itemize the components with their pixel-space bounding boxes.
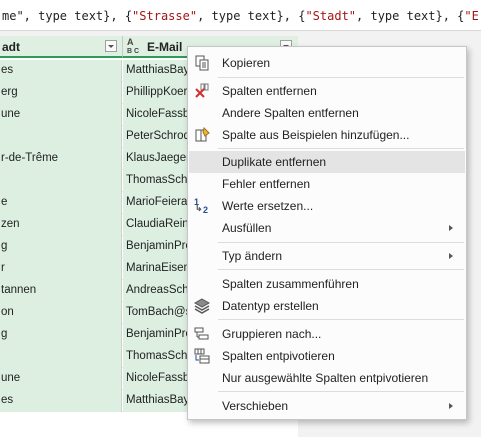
menu-separator [218,269,464,270]
replace-values-icon: 1 ↳ 2 [194,197,209,215]
cell-stadt[interactable]: es [0,390,122,412]
menu-item-spalte-aus-beispielen[interactable]: Spalte aus Beispielen hinzufügen... [189,124,465,146]
text-type-icon[interactable]: A B C [127,38,139,56]
cell-stadt[interactable]: g [0,236,122,258]
menu-separator [218,242,464,243]
unpivot-columns-icon [194,348,210,364]
remove-columns-icon [195,83,209,98]
formula-string-literal: "E-Mail" [464,9,481,23]
menu-separator [218,319,464,320]
menu-separator [218,391,464,392]
column-from-examples-icon [195,127,210,142]
cell-stadt[interactable]: tannen [0,280,122,302]
menu-item-werte-ersetzen[interactable]: 1 ↳ 2 Werte ersetzen... [189,195,465,217]
column-header-label: adt [2,40,20,54]
cell-stadt[interactable]: r [0,258,122,280]
menu-item-kopieren[interactable]: Kopieren [189,52,465,74]
formula-string-literal: "Stadt" [305,9,357,23]
cell-stadt[interactable]: e [0,192,122,214]
cell-stadt[interactable]: une [0,104,122,126]
menu-separator [218,77,464,78]
formula-bar[interactable]: me", type text}, {"Strasse", type text},… [0,0,481,31]
cell-stadt[interactable] [0,126,122,148]
menu-item-datentyp-erstellen[interactable]: Datentyp erstellen [189,295,465,317]
menu-item-fehler-entfernen[interactable]: Fehler entfernen [189,173,465,195]
cell-stadt[interactable]: g [0,324,122,346]
column-filter-dropdown[interactable] [105,40,117,52]
cell-stadt[interactable]: erg [0,82,122,104]
submenu-arrow-icon [449,253,453,259]
menu-item-duplikate-entfernen[interactable]: Duplikate entfernen [189,151,465,173]
cell-stadt[interactable]: zen [0,214,122,236]
create-data-type-icon [194,298,210,314]
menu-item-verschieben[interactable]: Verschieben [189,395,465,417]
column-header-label: E-Mail [147,40,183,54]
submenu-arrow-icon [449,403,453,409]
formula-text: me", type text}, {"Strasse", type text},… [2,9,481,23]
formula-string-literal: "Strasse" [132,9,198,23]
menu-separator [218,148,464,149]
menu-item-andere-spalten-entfernen[interactable]: Andere Spalten entfernen [189,102,465,124]
column-header-stadt[interactable]: adt [0,36,123,58]
context-menu: Kopieren Spalten entfernen Andere Spalte… [187,46,467,420]
menu-item-spalten-zusammenfuehren[interactable]: Spalten zusammenführen [189,273,465,295]
menu-item-typ-aendern[interactable]: Typ ändern [189,245,465,267]
formula-token: , type text}, { [356,9,465,23]
cell-stadt[interactable] [0,170,122,192]
group-by-icon [194,327,209,340]
cell-stadt[interactable]: on [0,302,122,324]
menu-item-spalten-entfernen[interactable]: Spalten entfernen [189,80,465,102]
cell-stadt[interactable] [0,346,122,368]
submenu-arrow-icon [449,225,453,231]
menu-item-nur-ausgewaehlte-entpivotieren[interactable]: Nur ausgewählte Spalten entpivotieren [189,367,465,389]
menu-item-ausfuellen[interactable]: Ausfüllen [189,217,465,239]
menu-item-gruppieren-nach[interactable]: Gruppieren nach... [189,323,465,345]
cell-stadt[interactable]: r-de-Trême [0,148,122,170]
formula-token: , type text}, { [197,9,306,23]
cell-stadt[interactable]: es [0,60,122,82]
formula-token: me", type text}, { [2,9,133,23]
copy-icon [195,55,209,71]
menu-item-spalten-entpivotieren[interactable]: Spalten entpivotieren [189,345,465,367]
cell-stadt[interactable]: une [0,368,122,390]
